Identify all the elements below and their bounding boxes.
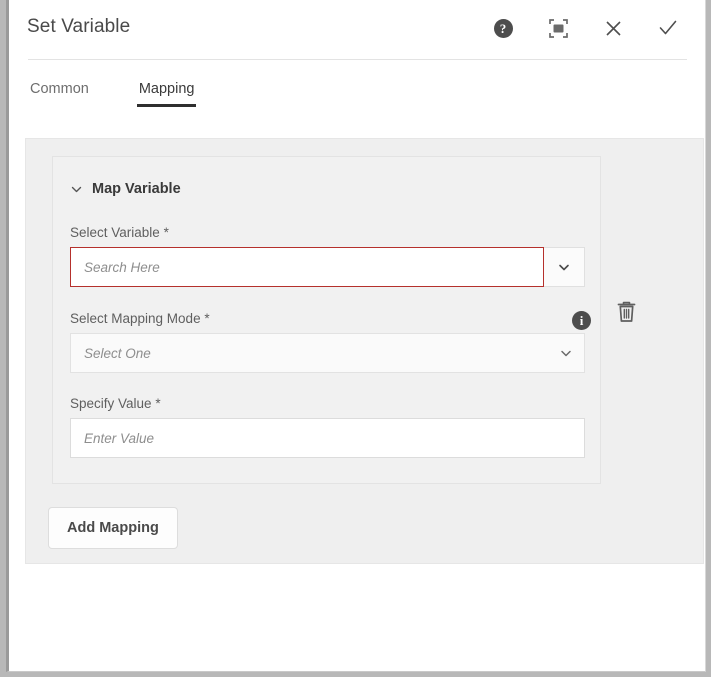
trash-icon bbox=[616, 300, 637, 324]
select-variable-label-text: Select Variable bbox=[70, 225, 160, 240]
select-mapping-mode-select[interactable]: Select One bbox=[70, 333, 585, 373]
chevron-down-icon bbox=[559, 346, 573, 360]
delete-mapping-button[interactable] bbox=[613, 297, 639, 327]
info-icon: i bbox=[572, 311, 591, 330]
chevron-down-icon bbox=[70, 183, 83, 196]
close-icon bbox=[603, 18, 624, 39]
check-icon bbox=[657, 17, 679, 39]
select-variable-label: Select Variable * bbox=[70, 225, 585, 240]
select-variable-dropdown-button[interactable] bbox=[544, 247, 585, 287]
select-mapping-mode-value: Select One bbox=[84, 346, 151, 361]
close-button[interactable] bbox=[600, 15, 626, 41]
select-mapping-mode-label: Select Mapping Mode * bbox=[70, 311, 585, 326]
select-variable-control bbox=[70, 247, 585, 287]
specify-value-input[interactable] bbox=[70, 418, 585, 458]
field-select-mapping-mode: Select Mapping Mode * i Select One bbox=[70, 311, 585, 373]
maximize-button[interactable] bbox=[545, 15, 571, 41]
required-marker: * bbox=[164, 225, 169, 240]
field-select-variable: Select Variable * bbox=[70, 225, 585, 287]
tab-mapping[interactable]: Mapping bbox=[137, 59, 197, 107]
specify-value-control bbox=[70, 418, 585, 458]
mapping-mode-info-button[interactable]: i bbox=[572, 311, 591, 330]
select-variable-input[interactable] bbox=[70, 247, 544, 287]
tab-common[interactable]: Common bbox=[28, 59, 91, 107]
maximize-icon bbox=[548, 18, 569, 39]
dialog-header: Set Variable ? bbox=[9, 0, 705, 59]
chevron-down-icon bbox=[557, 260, 571, 274]
map-variable-collapse-header[interactable]: Map Variable bbox=[70, 181, 181, 197]
tab-bar: Common Mapping bbox=[9, 59, 705, 117]
map-variable-card: Map Variable Select Variable * bbox=[52, 156, 601, 484]
required-marker: * bbox=[155, 396, 160, 411]
specify-value-label: Specify Value * bbox=[70, 396, 585, 411]
field-specify-value: Specify Value * bbox=[70, 396, 585, 458]
help-icon: ? bbox=[494, 19, 513, 38]
help-button[interactable]: ? bbox=[490, 15, 516, 41]
header-actions: ? bbox=[490, 15, 681, 41]
specify-value-label-text: Specify Value bbox=[70, 396, 152, 411]
map-variable-title: Map Variable bbox=[92, 181, 181, 197]
mapping-panel: Map Variable Select Variable * bbox=[25, 138, 704, 564]
page-title: Set Variable bbox=[27, 16, 130, 38]
set-variable-dialog: Set Variable ? bbox=[6, 0, 706, 672]
confirm-button[interactable] bbox=[655, 15, 681, 41]
required-marker: * bbox=[204, 311, 209, 326]
add-mapping-button[interactable]: Add Mapping bbox=[48, 507, 178, 549]
select-mapping-mode-label-text: Select Mapping Mode bbox=[70, 311, 201, 326]
